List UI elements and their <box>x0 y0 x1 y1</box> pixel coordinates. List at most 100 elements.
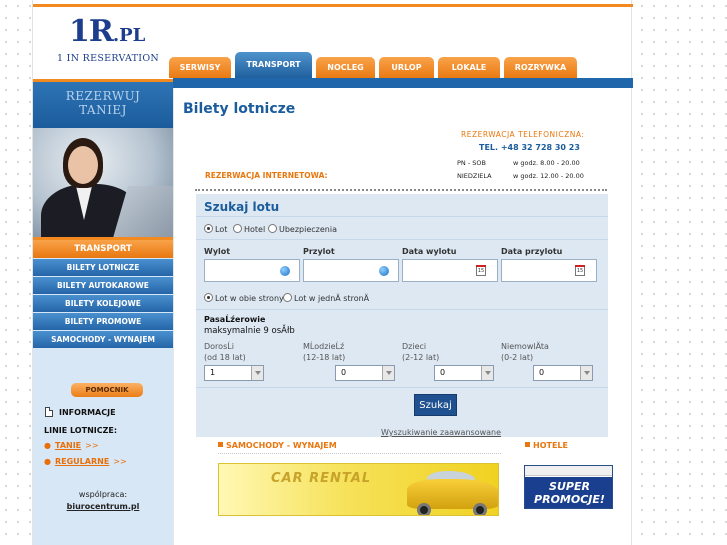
hours-row-weekdays: PN - SOB w godz. 8.00 - 20.00 <box>457 159 580 167</box>
top-accent-line <box>33 4 633 7</box>
sidebar-banner: REZERWUJ TANIEJ <box>33 82 173 128</box>
link-regularne-arrow: >> <box>113 457 127 466</box>
car-wheel <box>473 503 487 515</box>
passengers-max: maksymalnie 9 osĂłb <box>204 326 295 336</box>
youth-select[interactable]: 0 <box>335 365 395 381</box>
wspolpraca-label: wspólpraca: <box>78 490 128 499</box>
radio-hotel-label: Hotel <box>244 225 266 234</box>
linie-lotnicze-title: LINIE LOTNICZE: <box>44 426 118 435</box>
hotels-heading: HOTELE <box>525 441 568 450</box>
wylot-input[interactable] <box>204 259 300 282</box>
radio-one-way[interactable]: Lot w jednÄ stronÄ <box>283 293 369 303</box>
link-tanie-label[interactable]: TANIE <box>55 441 81 450</box>
sidebar-menu-head[interactable]: TRANSPORT <box>33 240 173 258</box>
przylot-input[interactable] <box>303 259 399 282</box>
form-divider <box>196 387 608 388</box>
radio-ubezpieczenia[interactable]: Ubezpieczenia <box>268 224 337 234</box>
passenger-type: DorosĹi <box>204 342 234 351</box>
passenger-children-label: Dzieci (2-12 lat) <box>402 341 439 363</box>
tab-urlop[interactable]: URLOP <box>379 57 434 78</box>
consultant-photo <box>33 128 173 238</box>
select-value: 1 <box>210 368 216 377</box>
data-przylotu-input[interactable]: 15 <box>501 259 597 282</box>
sidebar-menu: TRANSPORT BILETY LOTNICZE BILETY AUTOKAR… <box>33 237 173 348</box>
calendar-icon[interactable]: 15 <box>575 265 585 276</box>
radio-ubezpieczenia-label: Ubezpieczenia <box>279 225 337 234</box>
form-divider <box>196 309 608 310</box>
car-rental-banner[interactable]: CAR RENTAL <box>218 463 499 516</box>
square-bullet-icon <box>525 442 530 447</box>
link-tanie[interactable]: ● TANIE >> <box>44 441 99 450</box>
sidebar-item-bilety-lotnicze[interactable]: BILETY LOTNICZE <box>33 259 173 276</box>
tab-rozrywka[interactable]: ROZRYWKA <box>504 57 577 78</box>
radio-lot[interactable]: Lot <box>204 224 227 234</box>
link-regularne[interactable]: ● REGULARNE >> <box>44 457 127 466</box>
chevron-down-icon[interactable] <box>580 366 592 380</box>
radio-checked-icon <box>204 293 213 302</box>
dotted-divider <box>195 189 607 191</box>
link-tanie-arrow: >> <box>85 441 99 450</box>
search-button[interactable]: Szukaj <box>414 394 457 416</box>
bullet-icon: ● <box>44 441 51 450</box>
hotel-banner-line2: PROMOCJE! <box>534 493 605 506</box>
passenger-age-range: (0-2 lat) <box>501 353 534 362</box>
radio-checked-icon <box>204 224 213 233</box>
hotel-banner-line1: SUPER <box>549 480 590 493</box>
passenger-type: NiemowlÄta <box>501 342 549 351</box>
advanced-search-link[interactable]: Wyszukiwanie zaawansowane <box>381 428 501 437</box>
sidebar-item-bilety-kolejowe[interactable]: BILETY KOLEJOWE <box>33 295 173 312</box>
chevron-down-icon[interactable] <box>251 366 263 380</box>
radio-one-way-label: Lot w jednÄ stronÄ <box>294 294 370 303</box>
passenger-youth-label: MĹodzieĹź (12-18 lat) <box>303 341 345 363</box>
hours-days: NIEDZIELA <box>457 172 492 180</box>
informacje-link[interactable]: INFORMACJE <box>45 407 116 417</box>
hotel-banner-top <box>525 466 612 476</box>
infants-select[interactable]: 0 <box>533 365 593 381</box>
bottom-divider <box>218 453 501 454</box>
site-logo[interactable]: 1R.PL 1 IN RESERVATION <box>57 17 179 65</box>
passenger-age-range: (2-12 lat) <box>402 353 440 362</box>
sidebar-item-samochody-wynajem[interactable]: SAMOCHODY - WYNAJEM <box>33 331 173 348</box>
radio-hotel[interactable]: Hotel <box>233 224 265 234</box>
logo-tagline: 1 IN RESERVATION <box>57 53 160 64</box>
tab-nocleg[interactable]: NOCLEG <box>316 57 375 78</box>
car-wheel <box>417 503 431 515</box>
logo-tld: .PL <box>112 25 146 46</box>
link-regularne-label[interactable]: REGULARNE <box>55 457 109 466</box>
globe-icon[interactable] <box>280 266 290 276</box>
sidebar-item-bilety-promowe[interactable]: BILETY PROMOWE <box>33 313 173 330</box>
hotel-banner-text: SUPER PROMOCJE! <box>525 477 612 508</box>
passengers-title: PasaĹźerowie <box>204 315 266 324</box>
partner-link[interactable]: biurocentrum.pl <box>33 502 173 511</box>
cars-rental-heading: SAMOCHODY - WYNAJEM <box>218 441 337 450</box>
form-divider <box>196 216 608 217</box>
radio-icon <box>233 224 242 233</box>
globe-icon[interactable] <box>379 266 389 276</box>
tab-serwisy[interactable]: SERWISY <box>169 57 231 78</box>
logo-mark: 1R.PL <box>69 17 179 51</box>
radio-round-trip[interactable]: Lot w obie strony <box>204 293 284 303</box>
chevron-down-icon[interactable] <box>481 366 493 380</box>
tab-lokale[interactable]: LOKALE <box>438 57 500 78</box>
data-wylotu-label: Data wylotu <box>402 247 457 256</box>
square-bullet-icon <box>218 442 223 447</box>
rezerwacja-internetowa-label: REZERWACJA INTERNETOWA: <box>205 171 328 180</box>
children-select[interactable]: 0 <box>434 365 494 381</box>
sidebar-item-bilety-autokarowe[interactable]: BILETY AUTOKAROWE <box>33 277 173 294</box>
photo-face <box>68 146 98 184</box>
flight-search-form: Szukaj lotu Lot Hotel Ubezpieczenia Wylo… <box>196 194 608 437</box>
tab-transport[interactable]: TRANSPORT <box>235 52 312 78</box>
page-container: 1R.PL 1 IN RESERVATION SERWISY TRANSPORT… <box>32 0 633 545</box>
hotel-promo-banner[interactable]: SUPER PROMOCJE! <box>524 465 613 509</box>
select-value: 0 <box>341 368 347 377</box>
hours-days: PN - SOB <box>457 159 486 167</box>
adults-select[interactable]: 1 <box>204 365 264 381</box>
hours-time: w godz. 12.00 - 20.00 <box>513 172 584 180</box>
informacje-label: INFORMACJE <box>59 407 116 417</box>
hours-row-sunday: NIEDZIELA w godz. 12.00 - 20.00 <box>457 172 584 180</box>
chevron-down-icon[interactable] <box>382 366 394 380</box>
passenger-adults-label: DorosĹi (od 18 lat) <box>204 341 246 363</box>
calendar-icon[interactable]: 15 <box>476 265 486 276</box>
data-wylotu-input[interactable]: 15 <box>402 259 498 282</box>
radio-icon <box>268 224 277 233</box>
